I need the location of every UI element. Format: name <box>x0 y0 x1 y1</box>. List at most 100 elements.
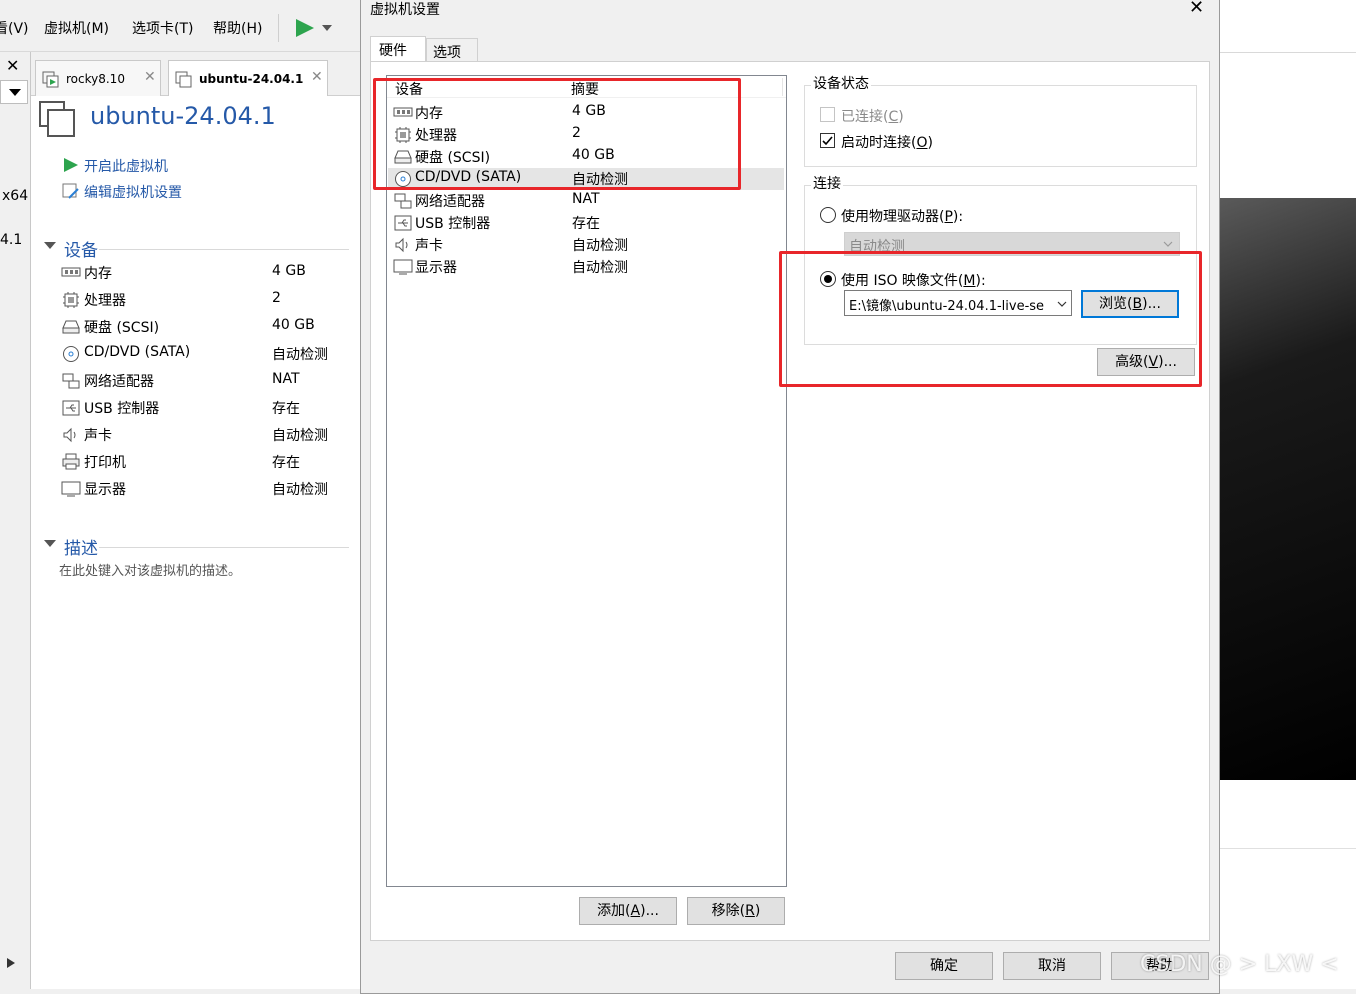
device-value: 自动检测 <box>272 347 328 363</box>
highlight-box-iso <box>779 251 1202 387</box>
play-dropdown-icon[interactable] <box>322 24 332 32</box>
divider <box>99 547 349 548</box>
cd-icon <box>61 345 81 363</box>
hardware-summary: 自动检测 <box>572 238 628 254</box>
hardware-row[interactable]: 显示器 自动检测 <box>388 256 784 278</box>
dialog-title: 虚拟机设置 <box>370 2 440 18</box>
add-hardware-button[interactable]: 添加(A)... <box>579 897 677 925</box>
close-icon[interactable]: ✕ <box>1189 0 1204 18</box>
device-name: 硬盘 (SCSI) <box>84 320 160 336</box>
vm-large-icon <box>39 101 75 137</box>
hardware-list[interactable]: 设备 摘要 内存 4 GB 处理器 2 硬盘 (SCSI) 40 GB CD/DVD (SA… <box>386 75 787 887</box>
menu-vm[interactable]: 虚拟机(M) <box>44 18 109 38</box>
library-text: 4.1 <box>0 232 23 248</box>
menu-separator <box>278 14 279 42</box>
usb-icon <box>393 214 413 232</box>
library-dropdown[interactable] <box>0 80 28 104</box>
play-icon <box>64 158 78 172</box>
disk-icon <box>61 318 81 336</box>
section-title: 描述 <box>64 539 98 559</box>
scroll-right-icon[interactable] <box>6 957 16 969</box>
action-label: 编辑虚拟机设置 <box>84 185 182 201</box>
checkbox-label: 已连接(C) <box>841 109 904 125</box>
vm-icon <box>42 71 59 88</box>
checkbox-box <box>820 133 835 148</box>
menu-view[interactable]: 看(V) <box>0 18 29 38</box>
tab-label: 硬件 <box>379 43 407 59</box>
divider <box>99 249 349 250</box>
hardware-row[interactable]: 声卡 自动检测 <box>388 234 784 256</box>
vm-title: ubuntu-24.04.1 <box>90 102 276 130</box>
watermark: CSDN @ > LXW < <box>1140 952 1339 977</box>
device-status-title: 设备状态 <box>811 73 871 93</box>
hardware-name: 网络适配器 <box>415 194 485 210</box>
device-name: 打印机 <box>84 455 126 471</box>
menu-tabs[interactable]: 选项卡(T) <box>132 18 193 38</box>
vm-device-row[interactable]: 处理器 2 <box>31 288 351 312</box>
device-name: 声卡 <box>84 428 112 444</box>
network-icon <box>393 192 413 210</box>
vm-device-list: 内存 4 GB 处理器 2 硬盘 (SCSI) 40 GB CD/DVD (SATA) 自动检… <box>31 261 351 511</box>
collapse-icon <box>44 242 56 249</box>
vm-device-row[interactable]: USB 控制器 存在 <box>31 396 351 420</box>
menu-help[interactable]: 帮助(H) <box>213 18 262 38</box>
device-value: 存在 <box>272 401 300 417</box>
section-title: 设备 <box>64 241 98 261</box>
ok-button[interactable]: 确定 <box>895 952 993 980</box>
remove-hardware-button[interactable]: 移除(R) <box>687 897 785 925</box>
library-strip: ✕ x64 4.1 <box>0 52 31 989</box>
checkmark-icon <box>822 136 833 146</box>
device-name: 处理器 <box>84 293 126 309</box>
device-value: NAT <box>272 371 300 387</box>
hardware-row[interactable]: 网络适配器 NAT <box>388 190 784 212</box>
device-name: 网络适配器 <box>84 374 154 390</box>
device-name: CD/DVD (SATA) <box>84 344 191 360</box>
hardware-summary: NAT <box>572 191 600 207</box>
device-name: 内存 <box>84 266 112 282</box>
hardware-row[interactable]: USB 控制器 存在 <box>388 212 784 234</box>
radio-circle <box>820 207 836 223</box>
tab-hardware[interactable]: 硬件 <box>370 36 426 62</box>
vm-icon <box>175 71 192 88</box>
device-value: 自动检测 <box>272 482 328 498</box>
memory-icon <box>61 264 81 282</box>
description-placeholder[interactable]: 在此处键入对该虚拟机的描述。 <box>59 560 241 579</box>
tab-rocky[interactable]: rocky8.10 ✕ <box>35 60 161 96</box>
tab-options[interactable]: 选项 <box>426 38 478 62</box>
device-value: 4 GB <box>272 263 306 279</box>
checkbox-label: 启动时连接(O) <box>841 135 933 151</box>
chevron-down-icon <box>1163 241 1173 247</box>
speaker-icon <box>393 236 413 254</box>
connection-title: 连接 <box>811 173 843 193</box>
vm-tab-bar: rocky8.10 ✕ ubuntu-24.04.1 ✕ <box>31 52 360 96</box>
tab-label: rocky8.10 <box>66 72 125 86</box>
vm-device-row[interactable]: CD/DVD (SATA) 自动检测 <box>31 342 351 366</box>
close-tab-icon[interactable]: ✕ <box>311 69 323 85</box>
device-value: 自动检测 <box>272 428 328 444</box>
vm-device-row[interactable]: 内存 4 GB <box>31 261 351 285</box>
checkbox-box <box>820 107 835 122</box>
hardware-name: USB 控制器 <box>415 216 491 232</box>
close-library-icon[interactable]: ✕ <box>6 56 19 75</box>
device-name: 显示器 <box>84 482 126 498</box>
usb-icon <box>61 399 81 417</box>
collapse-icon <box>44 540 56 547</box>
menu-bar: 看(V) 虚拟机(M) 选项卡(T) 帮助(H) <box>0 0 360 52</box>
cancel-button[interactable]: 取消 <box>1003 952 1101 980</box>
vm-device-row[interactable]: 硬盘 (SCSI) 40 GB <box>31 315 351 339</box>
vm-device-row[interactable]: 网络适配器 NAT <box>31 369 351 393</box>
vm-device-row[interactable]: 显示器 自动检测 <box>31 477 351 501</box>
tab-label: ubuntu-24.04.1 <box>199 72 304 86</box>
device-name: USB 控制器 <box>84 401 160 417</box>
vm-device-row[interactable]: 打印机 存在 <box>31 450 351 474</box>
display-icon <box>61 480 81 498</box>
vm-console-preview[interactable] <box>1220 198 1356 780</box>
tab-ubuntu[interactable]: ubuntu-24.04.1 ✕ <box>168 60 328 96</box>
close-tab-icon[interactable]: ✕ <box>144 69 156 85</box>
network-icon <box>61 372 81 390</box>
vm-device-row[interactable]: 声卡 自动检测 <box>31 423 351 447</box>
console-area <box>1220 0 1356 989</box>
play-icon[interactable] <box>294 18 316 38</box>
cpu-icon <box>61 291 81 309</box>
highlight-box-hardware <box>373 78 741 190</box>
